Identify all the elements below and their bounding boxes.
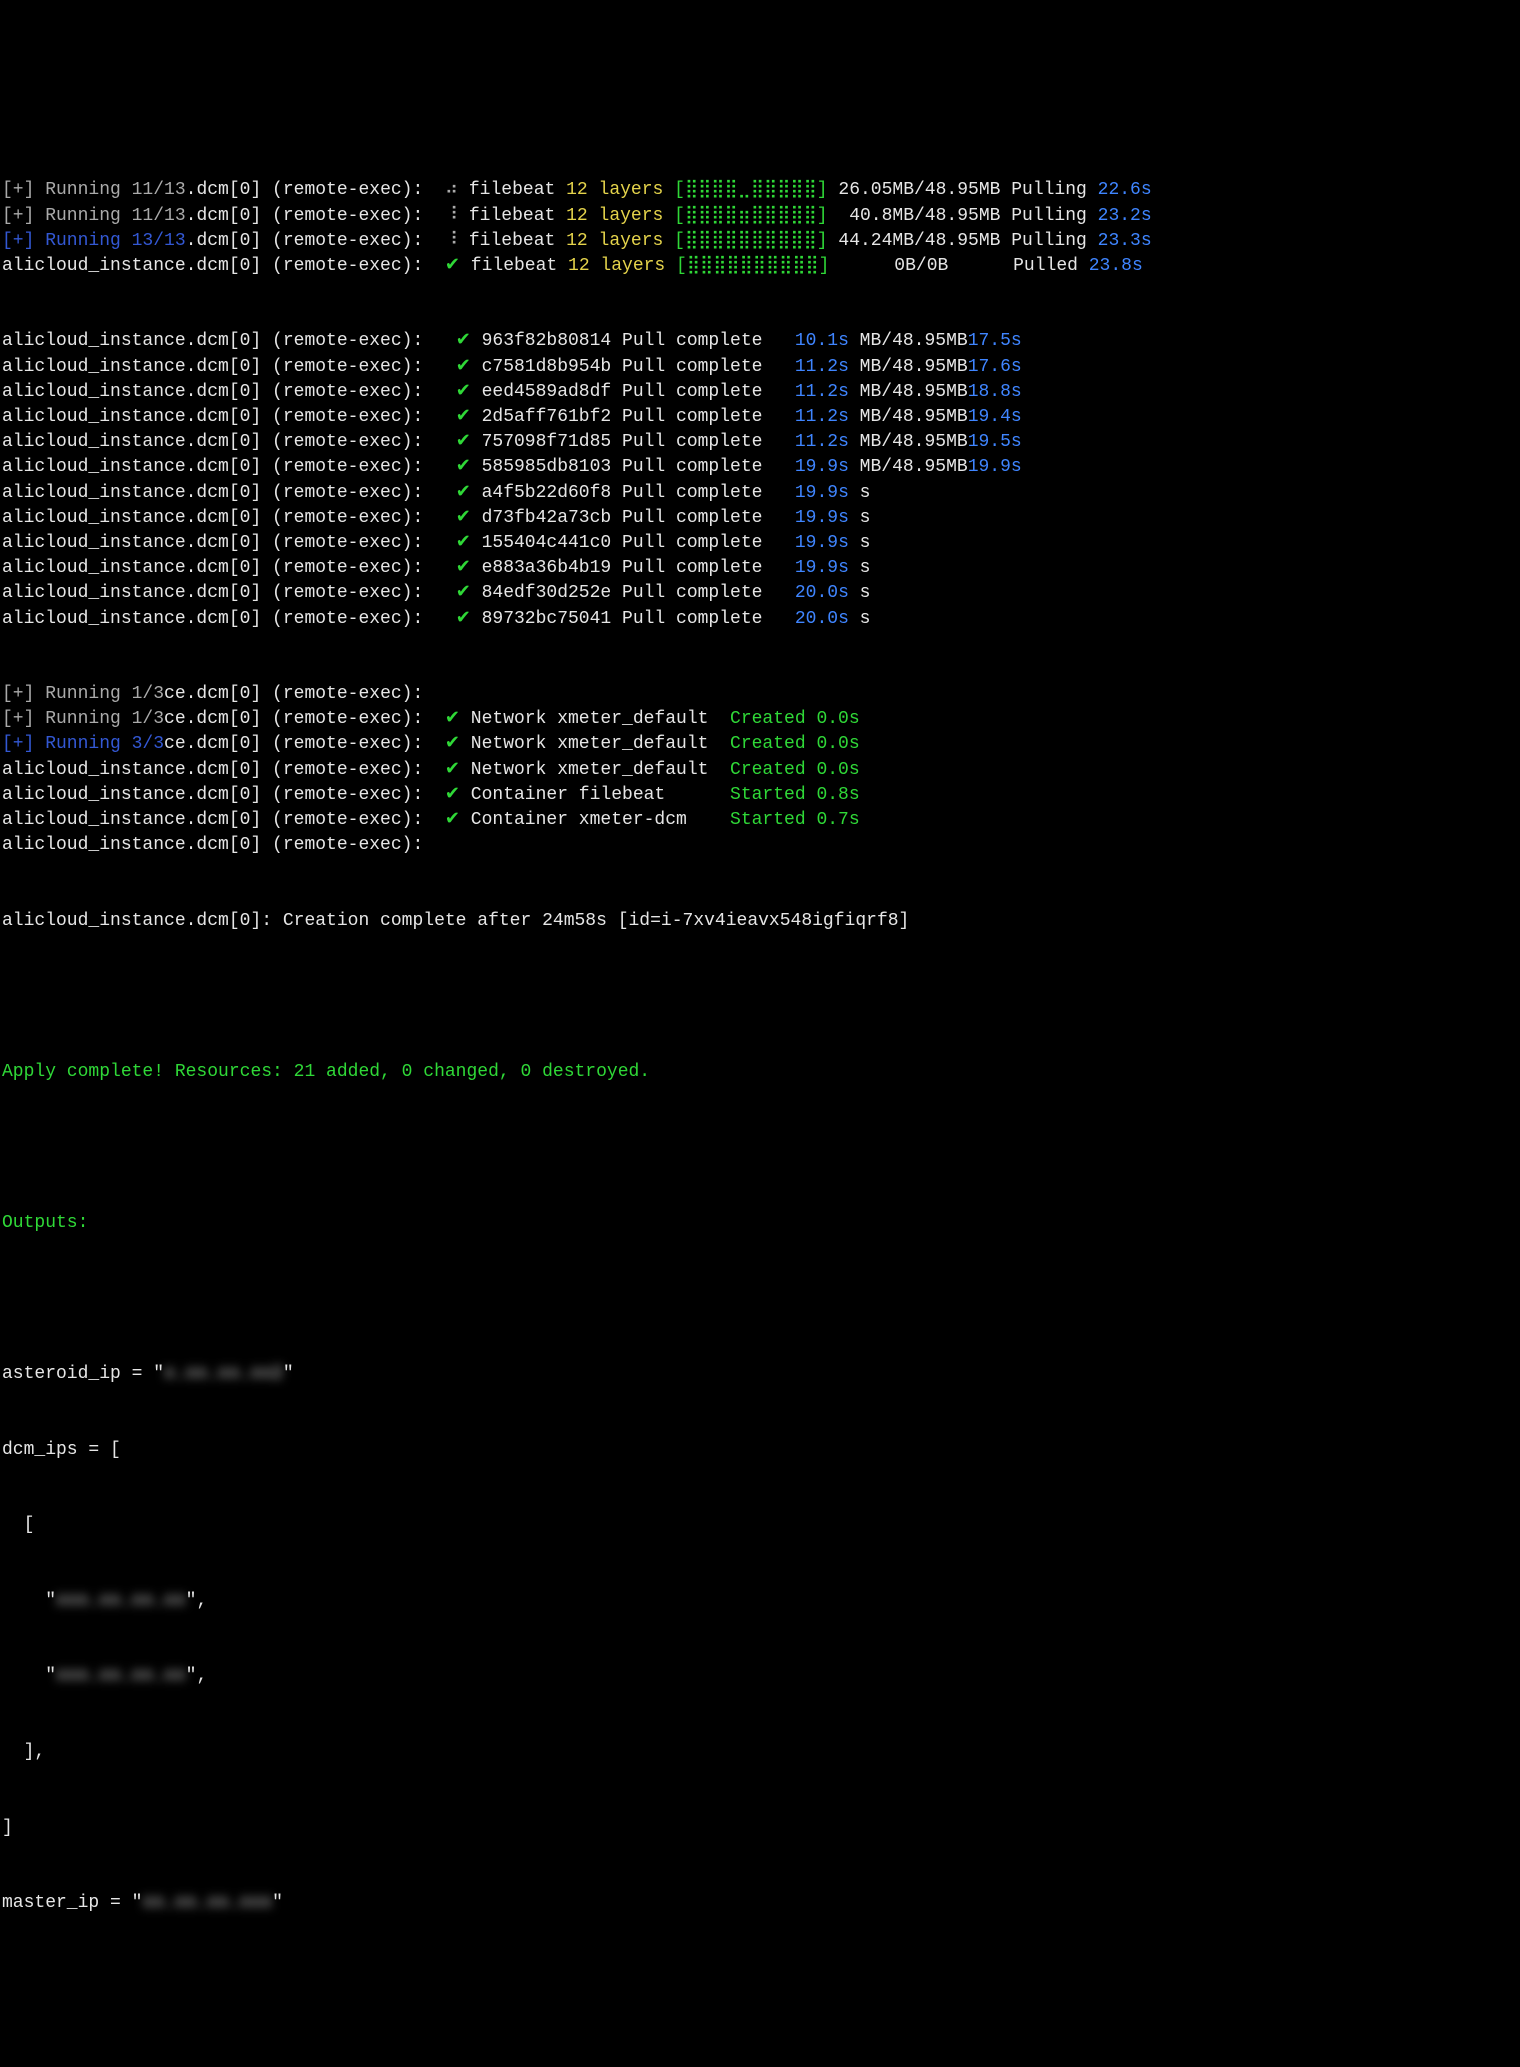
blank-line — [2, 984, 1520, 1009]
check-icon: ✔ — [456, 483, 471, 503]
check-icon: ✔ — [445, 734, 460, 754]
pull-line: alicloud_instance.dcm[0] (remote-exec): … — [2, 455, 1520, 480]
status-line: alicloud_instance.dcm[0] (remote-exec): … — [2, 783, 1520, 808]
blank-line — [2, 1287, 1520, 1312]
pull-line: alicloud_instance.dcm[0] (remote-exec): … — [2, 607, 1520, 632]
output-inner-open: [ — [2, 1513, 1520, 1538]
pull-line: alicloud_instance.dcm[0] (remote-exec): … — [2, 581, 1520, 606]
apply-complete: Apply complete! Resources: 21 added, 0 c… — [2, 1060, 1520, 1085]
status-line: alicloud_instance.dcm[0] (remote-exec): … — [2, 758, 1520, 783]
blank-line — [2, 1135, 1520, 1160]
check-icon: ✔ — [456, 533, 471, 553]
check-icon: ✔ — [456, 331, 471, 351]
redacted-ip: xxx.xx.xx.xx — [56, 1591, 186, 1611]
spinner-icon: ⠸ — [445, 231, 458, 251]
terminal-output[interactable]: [+] Running 11/13.dcm[0] (remote-exec): … — [0, 126, 1520, 1942]
check-icon: ✔ — [456, 558, 471, 578]
redacted-ip: x.xx.xx.xx2 — [164, 1364, 283, 1384]
pull-line: alicloud_instance.dcm[0] (remote-exec): … — [2, 506, 1520, 531]
redacted-ip: xx.xx.xx.xxx — [142, 1893, 272, 1913]
check-icon: ✔ — [445, 785, 460, 805]
redacted-ip: xxx.xx.xx.xx — [56, 1666, 186, 1686]
pull-line: alicloud_instance.dcm[0] (remote-exec): … — [2, 329, 1520, 354]
output-master: master_ip = "xx.xx.xx.xxx" — [2, 1891, 1520, 1916]
spinner-icon: ⠸ — [445, 206, 458, 226]
status-line: [+] Running 1/3ce.dcm[0] (remote-exec): … — [2, 707, 1520, 732]
pull-line: alicloud_instance.dcm[0] (remote-exec): … — [2, 405, 1520, 430]
outputs-label: Outputs: — [2, 1211, 1520, 1236]
check-icon: ✔ — [456, 583, 471, 603]
status-line: [+] Running 1/3ce.dcm[0] (remote-exec): — [2, 682, 1520, 707]
check-icon: ✔ — [456, 357, 471, 377]
filebeat-line: [+] Running 11/13.dcm[0] (remote-exec): … — [2, 178, 1520, 203]
pull-line: alicloud_instance.dcm[0] (remote-exec): … — [2, 380, 1520, 405]
pull-line: alicloud_instance.dcm[0] (remote-exec): … — [2, 481, 1520, 506]
check-icon: ✔ — [456, 508, 471, 528]
pull-line: alicloud_instance.dcm[0] (remote-exec): … — [2, 531, 1520, 556]
check-icon: ✔ — [456, 432, 471, 452]
pull-line: alicloud_instance.dcm[0] (remote-exec): … — [2, 355, 1520, 380]
output-close: ] — [2, 1816, 1520, 1841]
status-line: alicloud_instance.dcm[0] (remote-exec): … — [2, 808, 1520, 833]
check-icon: ✔ — [445, 810, 460, 830]
status-line: alicloud_instance.dcm[0] (remote-exec): — [2, 833, 1520, 858]
pull-line: alicloud_instance.dcm[0] (remote-exec): … — [2, 430, 1520, 455]
output-inner-close: ], — [2, 1740, 1520, 1765]
filebeat-line: alicloud_instance.dcm[0] (remote-exec): … — [2, 254, 1520, 279]
status-line: [+] Running 3/3ce.dcm[0] (remote-exec): … — [2, 732, 1520, 757]
pull-line: alicloud_instance.dcm[0] (remote-exec): … — [2, 556, 1520, 581]
check-icon: ✔ — [445, 709, 460, 729]
creation-line: alicloud_instance.dcm[0]: Creation compl… — [2, 909, 1520, 934]
output-dcm-open: dcm_ips = [ — [2, 1438, 1520, 1463]
output-ip: "xxx.xx.xx.xx", — [2, 1589, 1520, 1614]
spinner-icon: ✔ — [445, 256, 460, 276]
filebeat-line: [+] Running 13/13.dcm[0] (remote-exec): … — [2, 229, 1520, 254]
check-icon: ✔ — [456, 407, 471, 427]
filebeat-line: [+] Running 11/13.dcm[0] (remote-exec): … — [2, 204, 1520, 229]
check-icon: ✔ — [445, 760, 460, 780]
check-icon: ✔ — [456, 609, 471, 629]
check-icon: ✔ — [456, 457, 471, 477]
output-asteroid: asteroid_ip = "x.xx.xx.xx2" — [2, 1362, 1520, 1387]
check-icon: ✔ — [456, 382, 471, 402]
output-ip: "xxx.xx.xx.xx", — [2, 1664, 1520, 1689]
spinner-icon: ⠴ — [445, 180, 458, 200]
